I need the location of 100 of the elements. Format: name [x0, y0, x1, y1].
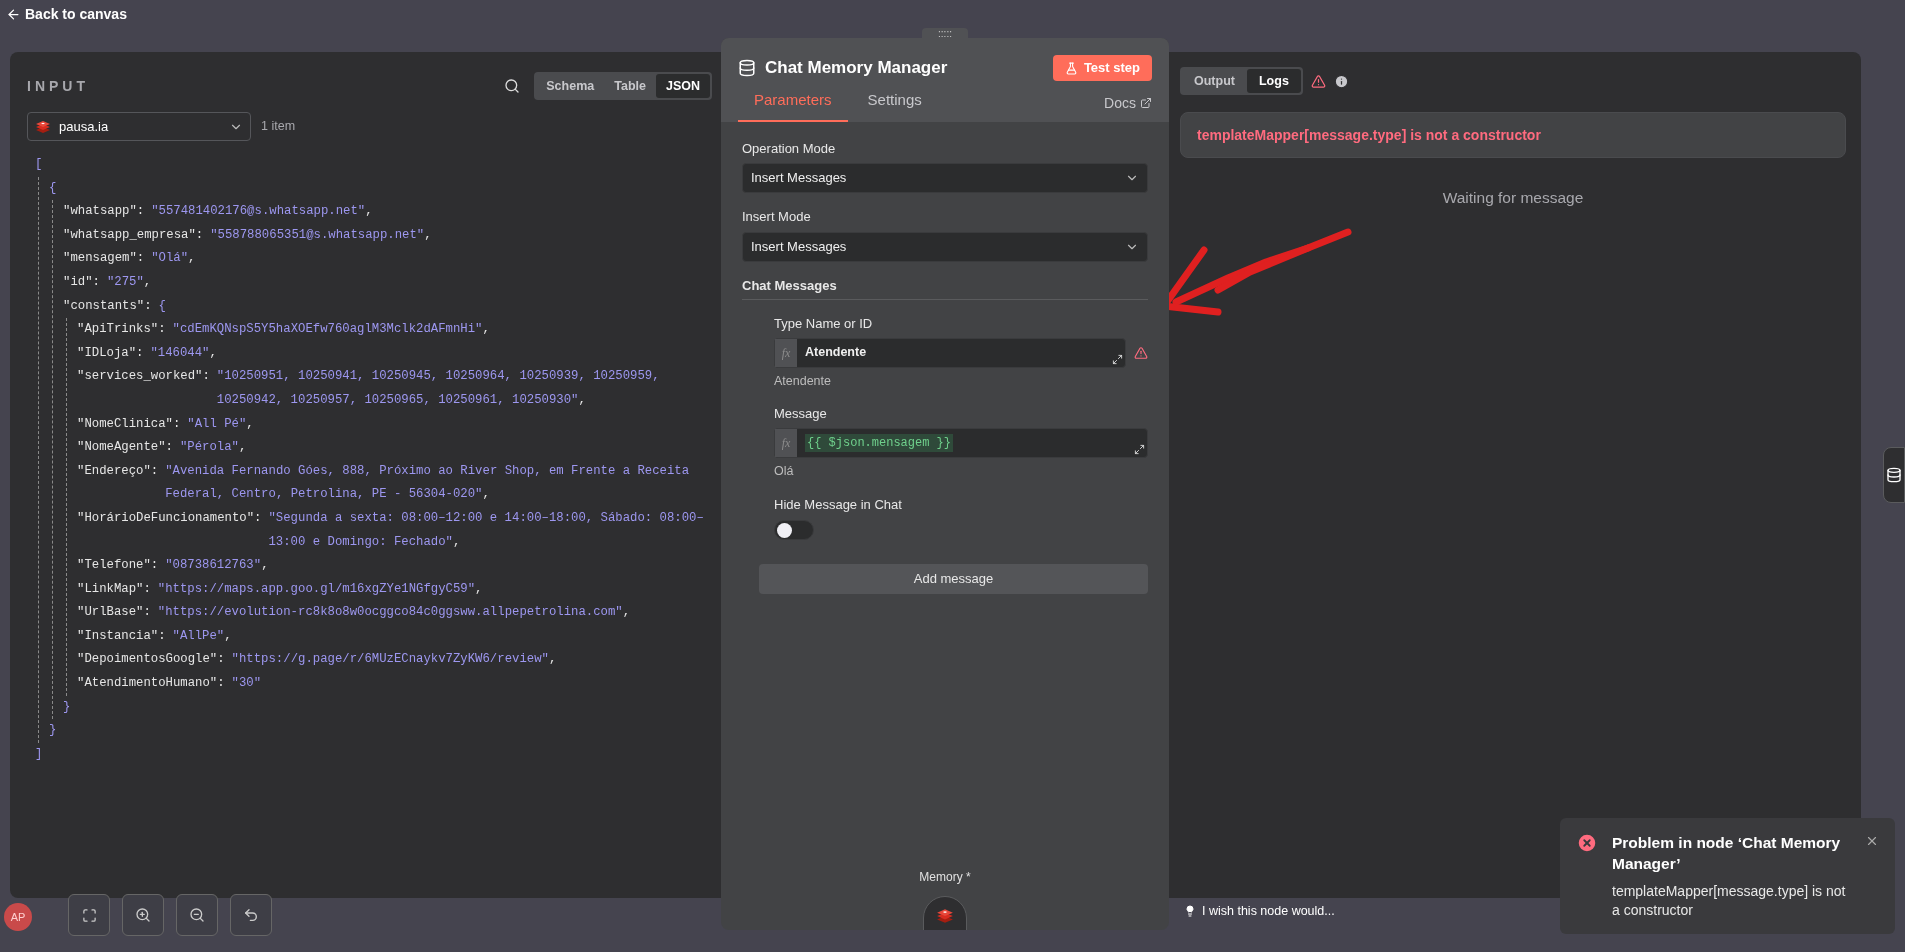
status-text: Waiting for message	[1441, 188, 1585, 208]
json-value: "08738612763",	[165, 558, 269, 573]
panel-tab[interactable]: Settings	[851, 87, 938, 122]
external-link-icon	[1140, 97, 1152, 109]
json-bracket: }	[63, 698, 71, 716]
json-key: "constants":	[63, 294, 152, 319]
field-label: Insert Mode	[742, 208, 812, 226]
json-value: "558788065351@s.whatsapp.net",	[210, 227, 432, 242]
undo-icon	[243, 907, 259, 923]
database-icon	[738, 59, 756, 77]
json-bracket: }	[49, 722, 57, 740]
fit-view-icon	[81, 907, 97, 923]
close-icon[interactable]	[1865, 834, 1879, 848]
undo-button[interactable]	[230, 894, 272, 936]
zoom-out-icon	[189, 907, 205, 923]
add-message-button[interactable]: Add message	[759, 564, 1148, 594]
select-field[interactable]: Insert Messages	[742, 231, 1148, 262]
field-label: Type Name or ID	[774, 315, 874, 333]
json-key: "NomeClinica":	[77, 412, 181, 437]
toggle-switch[interactable]	[774, 520, 814, 540]
fx-icon: fx	[775, 338, 797, 367]
json-value: "https://evolution-rc8k8o8w0ocggco84c0ggsww.allpepetrolina.com",	[157, 605, 631, 620]
field-value: {{ $json.mensagem }}	[805, 433, 954, 452]
warning-icon	[1134, 345, 1148, 360]
feedback-link[interactable]: I wish this node would...	[1184, 902, 1335, 921]
item-count: 1 item	[261, 118, 296, 136]
json-key: "Endereço":	[77, 459, 159, 507]
json-value: "https://g.page/r/6MUzECnaykv7ZyKW6/review",	[231, 652, 557, 667]
fx-icon: fx	[775, 428, 797, 457]
json-value: "10250951, 10250941, 10250945, 10250964, 10250939, 10250959, 10250942, 10250957, 10250965, 10250961, 10250930",	[216, 369, 660, 407]
section-title: Chat Messages	[742, 275, 1148, 300]
panel-tab[interactable]: Parameters	[738, 87, 848, 122]
json-value: "30"	[231, 676, 262, 691]
json-key: "NomeAgente":	[77, 436, 173, 460]
json-key: "LinkMap":	[77, 577, 151, 602]
output-tab[interactable]: Logs	[1246, 69, 1301, 93]
node-title: Chat Memory Manager	[765, 57, 948, 80]
zoom-in-icon	[135, 907, 151, 923]
field-hint: Olá	[774, 462, 795, 480]
search-icon[interactable]	[504, 78, 521, 94]
flask-icon	[1064, 61, 1078, 75]
json-value: "557481402176@s.whatsapp.net",	[151, 204, 373, 219]
source-select[interactable]: pausa.ia	[27, 112, 251, 141]
json-key: "Instancia":	[77, 624, 166, 649]
json-key: "DepoimentosGoogle":	[77, 648, 225, 673]
connection-label: Memory *	[919, 869, 971, 886]
back-to-canvas-link[interactable]: Back to canvas	[6, 3, 127, 25]
stacked-layers-icon	[936, 907, 954, 925]
view-tab[interactable]: JSON	[655, 74, 710, 98]
json-value: "Segunda a sexta: 08:00–12:00 e 14:00–18:00, Sábado: 08:00–13:00 e Domingo: Fechado",	[268, 510, 704, 549]
field-label: Hide Message in Chat	[774, 495, 903, 514]
error-message: templateMapper[message.type] is not a constructor	[1180, 112, 1846, 158]
memory-node[interactable]	[923, 896, 967, 930]
json-value: "275",	[106, 274, 152, 289]
json-key: "AtendimentoHumano":	[77, 672, 225, 696]
json-value: "Olá",	[151, 251, 196, 266]
json-bracket: {	[158, 297, 166, 315]
json-key: "id":	[63, 270, 100, 295]
lightbulb-icon	[1184, 905, 1196, 918]
error-icon	[1576, 832, 1598, 854]
toast-message: templateMapper[message.type] is not a constructor	[1612, 882, 1847, 920]
json-key: "Telefone":	[77, 554, 159, 578]
field-value: Atendente	[805, 344, 867, 362]
select-field[interactable]: Insert Messages	[742, 163, 1148, 193]
json-value: "https://maps.app.goo.gl/m16xgZYe1NGfgyC59",	[157, 581, 483, 596]
field-label: Message	[774, 405, 828, 424]
test-step-button[interactable]: Test step	[1052, 55, 1152, 81]
json-bracket: ]	[35, 745, 43, 763]
field-label: Operation Mode	[742, 139, 837, 158]
output-tab[interactable]: Output	[1182, 69, 1247, 93]
expression-field[interactable]: fx {{ $json.mensagem }}	[774, 427, 1148, 458]
json-value: "cdEmKQNspS5Y5haXOEfw760aglM3Mclk2dAFmnHi",	[172, 322, 490, 337]
database-icon	[1886, 467, 1902, 483]
json-bracket: [	[35, 156, 43, 173]
fit-view-button[interactable]	[68, 894, 110, 936]
json-key: "whatsapp":	[63, 200, 145, 224]
zoom-in-button[interactable]	[122, 894, 164, 936]
stacked-layers-icon	[35, 118, 51, 135]
side-panel-handle[interactable]	[1883, 447, 1905, 503]
zoom-out-button[interactable]	[176, 894, 218, 936]
json-value: "146044",	[150, 345, 217, 360]
docs-link[interactable]: Docs	[1104, 92, 1152, 122]
json-key: "ApiTrinks":	[77, 318, 166, 342]
panel-title: INPUT	[27, 76, 89, 96]
json-key: "mensagem":	[63, 247, 145, 271]
json-value: "Avenida Fernando Góes, 888, Próximo ao River Shop, em Frente a Receita Federal, Centro, Petrolina, PE - 56304-020",	[165, 463, 690, 502]
json-bracket: {	[49, 179, 57, 197]
json-key: "IDLoja":	[77, 341, 144, 366]
info-icon[interactable]	[1333, 73, 1349, 89]
json-value: "All Pé",	[187, 416, 254, 431]
field-hint: Atendente	[774, 372, 832, 390]
view-tab[interactable]: Schema	[536, 74, 605, 98]
expression-field[interactable]: fx Atendente	[774, 337, 1126, 368]
view-tab[interactable]: Table	[604, 74, 656, 98]
json-key: "whatsapp_empresa":	[63, 223, 204, 248]
json-value: "AllPe",	[172, 628, 232, 643]
json-key: "HorárioDeFuncionamento":	[77, 506, 262, 555]
json-key: "services_worked":	[77, 365, 210, 413]
warning-icon	[1310, 73, 1326, 89]
toast-title: Problem in node ‘Chat Memory Manager’	[1612, 833, 1842, 874]
